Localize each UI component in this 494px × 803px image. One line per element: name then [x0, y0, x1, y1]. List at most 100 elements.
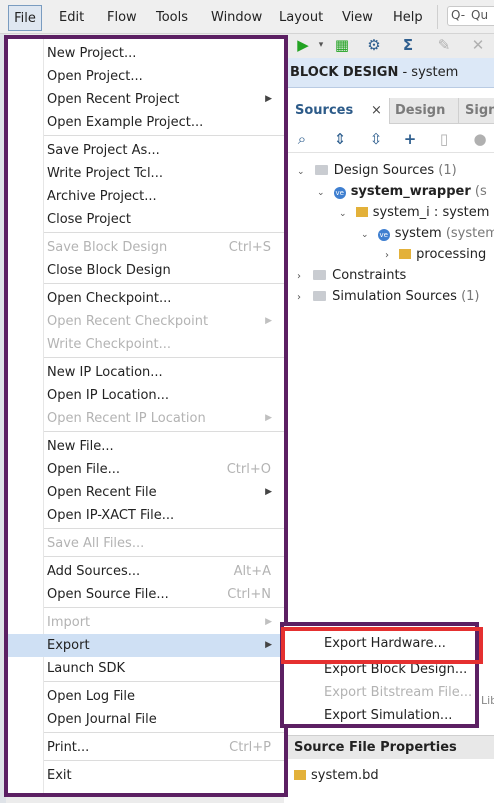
search-input[interactable]: Qu	[471, 8, 488, 22]
menu-open-file[interactable]: Open File... Ctrl+O	[8, 458, 284, 481]
menu-open-checkpoint[interactable]: Open Checkpoint...	[8, 287, 284, 310]
menu-item-label: Write Project Tcl...	[47, 166, 163, 181]
menu-exit[interactable]: Exit	[8, 764, 284, 787]
menubar-divider	[437, 5, 438, 29]
menu-close-project[interactable]: Close Project	[8, 208, 284, 231]
menu-item-label: Launch SDK	[47, 661, 125, 676]
report-sum-icon[interactable]: Σ	[396, 34, 420, 58]
menu-item-label: Open Recent File	[47, 485, 157, 500]
tree-system[interactable]: ⌄ ve system (system	[361, 224, 494, 244]
submenu-arrow-icon: ▶	[265, 94, 272, 104]
system-wrapper-suffix: (s	[474, 184, 487, 199]
document-icon[interactable]: ▯	[433, 129, 455, 149]
menu-item-label: Save Project As...	[47, 143, 160, 158]
menu-view[interactable]: View	[342, 10, 373, 26]
menu-window[interactable]: Window	[211, 10, 262, 26]
chevron-right-icon: ›	[297, 292, 301, 303]
design-sources-label: Design Sources	[333, 163, 435, 178]
menu-item-label: New IP Location...	[47, 365, 163, 380]
menu-open-project[interactable]: Open Project...	[8, 65, 284, 88]
menu-open-log-file[interactable]: Open Log File	[8, 685, 284, 708]
menu-write-checkpoint[interactable]: Write Checkpoint...	[8, 333, 284, 356]
close-icon[interactable]: ✕	[466, 34, 490, 58]
quick-access-search[interactable]: Q- Qu	[447, 6, 494, 26]
tree-design-sources[interactable]: ⌄ Design Sources (1)	[297, 161, 457, 181]
settings-icon[interactable]: ⚙	[362, 34, 386, 58]
run-all-icon[interactable]: ▦	[330, 34, 354, 58]
block-design-name: - system	[402, 65, 459, 80]
menu-new-file[interactable]: New File...	[8, 435, 284, 458]
menu-open-ip-location[interactable]: Open IP Location...	[8, 384, 284, 407]
menu-item-label: Open Recent Project	[47, 92, 180, 107]
menu-open-recent-project[interactable]: Open Recent Project ▶	[8, 88, 284, 111]
menu-write-project-tcl[interactable]: Write Project Tcl...	[8, 162, 284, 185]
menu-shortcut: Ctrl+N	[227, 587, 271, 602]
menu-save-project-as[interactable]: Save Project As...	[8, 139, 284, 162]
menu-item-label: Open IP-XACT File...	[47, 508, 175, 523]
collapse-all-icon[interactable]: ⇕	[329, 129, 351, 149]
tree-simulation-sources[interactable]: › Simulation Sources (1)	[297, 287, 480, 307]
tab-design[interactable]: Design	[389, 98, 455, 124]
properties-file[interactable]: system.bd	[294, 766, 379, 786]
menu-export[interactable]: Export ▶	[8, 634, 284, 657]
menu-save-all-files[interactable]: Save All Files...	[8, 532, 284, 555]
run-icon[interactable]: ▶	[290, 34, 316, 58]
menu-add-sources[interactable]: Add Sources... Alt+A	[8, 560, 284, 583]
close-icon[interactable]: ×	[371, 98, 382, 124]
menu-archive-project[interactable]: Archive Project...	[8, 185, 284, 208]
expand-all-icon[interactable]: ⇳	[365, 129, 387, 149]
menu-open-recent-file[interactable]: Open Recent File ▶	[8, 481, 284, 504]
libraries-tab-partial[interactable]: Lib	[481, 691, 494, 711]
pencil-icon[interactable]: ✎	[432, 34, 456, 58]
menu-print[interactable]: Print... Ctrl+P	[8, 736, 284, 759]
tree-system-i[interactable]: ⌄ system_i : system	[339, 203, 489, 223]
system-label: system	[394, 226, 442, 241]
menu-shortcut: Ctrl+S	[228, 240, 271, 255]
menu-export-simulation[interactable]: Export Simulation...	[284, 704, 475, 727]
menu-new-project[interactable]: New Project...	[8, 42, 284, 65]
submenu-arrow-icon: ▶	[265, 640, 272, 650]
block-design-header: BLOCK DESIGN - system	[284, 58, 494, 88]
menu-item-label: Open Log File	[47, 689, 135, 704]
tree-system-wrapper[interactable]: ⌄ ve system_wrapper (s	[317, 182, 487, 202]
menu-open-ip-xact-file[interactable]: Open IP-XACT File...	[8, 504, 284, 527]
menu-item-label: Print...	[47, 740, 90, 755]
menu-launch-sdk[interactable]: Launch SDK	[8, 657, 284, 680]
menu-import[interactable]: Import ▶	[8, 611, 284, 634]
menu-export-bitstream-file[interactable]: Export Bitstream File...	[284, 681, 475, 704]
menu-flow[interactable]: Flow	[107, 10, 137, 26]
tree-processing[interactable]: › processing	[385, 245, 486, 265]
menu-edit[interactable]: Edit	[59, 10, 84, 26]
menu-new-ip-location[interactable]: New IP Location...	[8, 361, 284, 384]
tree-constraints[interactable]: › Constraints	[297, 266, 406, 286]
menu-item-label: Open Checkpoint...	[47, 291, 172, 306]
menu-separator	[44, 681, 284, 682]
menu-help[interactable]: Help	[393, 10, 423, 26]
add-icon[interactable]: +	[399, 129, 421, 149]
processing-label: processing	[416, 247, 487, 262]
run-dropdown-icon[interactable]: ▾	[316, 34, 326, 58]
search-icon[interactable]: ⌕	[291, 129, 313, 149]
menu-item-label: Open IP Location...	[47, 388, 170, 403]
menu-open-journal-file[interactable]: Open Journal File	[8, 708, 284, 731]
folder-icon	[313, 270, 327, 280]
submenu-arrow-icon: ▶	[265, 413, 272, 423]
menu-tools[interactable]: Tools	[156, 10, 188, 26]
circle-icon[interactable]: ●	[469, 129, 491, 149]
menu-open-example-project[interactable]: Open Example Project...	[8, 111, 284, 134]
menu-separator	[44, 232, 284, 233]
menu-open-recent-ip-location[interactable]: Open Recent IP Location ▶	[8, 407, 284, 430]
menu-file[interactable]: File	[8, 5, 42, 31]
block-design-icon	[355, 207, 368, 217]
menu-shortcut: Alt+A	[233, 564, 271, 579]
menu-open-source-file[interactable]: Open Source File... Ctrl+N	[8, 583, 284, 606]
menu-open-recent-checkpoint[interactable]: Open Recent Checkpoint ▶	[8, 310, 284, 333]
menu-close-block-design[interactable]: Close Block Design	[8, 259, 284, 282]
constraints-label: Constraints	[332, 268, 407, 283]
menu-item-label: Open Example Project...	[47, 115, 204, 130]
tab-sources[interactable]: Sources ×	[285, 98, 389, 124]
tab-signals[interactable]: Sign	[458, 98, 494, 124]
menu-layout[interactable]: Layout	[279, 10, 323, 26]
menu-item-label: Save All Files...	[47, 536, 145, 551]
menu-save-block-design[interactable]: Save Block Design Ctrl+S	[8, 236, 284, 259]
